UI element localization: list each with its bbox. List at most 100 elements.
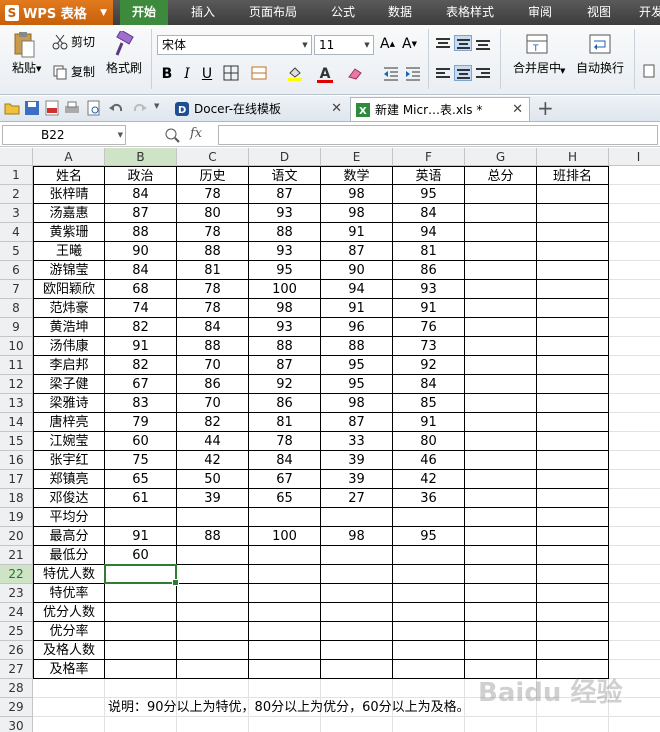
cell-a2[interactable]: 张梓晴 [33,185,105,204]
cell-c28[interactable] [177,679,249,698]
cell-h16[interactable] [537,451,609,470]
cell-h17[interactable] [537,470,609,489]
cell-i6[interactable] [609,261,660,280]
cell-b3[interactable]: 87 [105,204,177,223]
menu-page-layout[interactable]: 页面布局 [240,0,306,25]
font-color-icon[interactable]: A [316,65,334,83]
copy-button[interactable]: 复制 [52,63,95,80]
increase-font-icon[interactable]: A ▲ [380,36,395,52]
cell-c25[interactable] [177,622,249,641]
cell-e12[interactable]: 95 [321,375,393,394]
column-header-f[interactable]: F [393,148,465,166]
cell-a28[interactable] [33,679,105,698]
cell-e18[interactable]: 27 [321,489,393,508]
cell-c9[interactable]: 84 [177,318,249,337]
cell-d30[interactable] [249,717,321,732]
spreadsheet-grid[interactable]: A B C D E F G H I 1 姓名 政治 历史 语文 数学 英语 总分 班排名 2 张梓晴 84 78 87 98 9… [0,148,660,732]
cell-a16[interactable]: 张宇红 [33,451,105,470]
cell-b17[interactable]: 65 [105,470,177,489]
cell-g13[interactable] [465,394,537,413]
cell-a4[interactable]: 黄紫珊 [33,223,105,242]
cell-g16[interactable] [465,451,537,470]
cell-b24[interactable] [105,603,177,622]
menu-table-style[interactable]: 表格样式 [437,0,503,25]
cell-i12[interactable] [609,375,660,394]
new-tab-icon[interactable]: + [537,97,554,119]
row-header-29[interactable]: 29 [0,698,33,717]
cell-e2[interactable]: 98 [321,185,393,204]
cell-e8[interactable]: 91 [321,299,393,318]
cell-b1[interactable]: 政治 [105,166,177,185]
open-folder-icon[interactable] [4,100,20,116]
cell-g17[interactable] [465,470,537,489]
cell-b16[interactable]: 75 [105,451,177,470]
cell-b15[interactable]: 60 [105,432,177,451]
row-header-9[interactable]: 9 [0,318,33,337]
cell-h7[interactable] [537,280,609,299]
row-header-14[interactable]: 14 [0,413,33,432]
menu-home[interactable]: 开始 [120,0,168,25]
cell-g20[interactable] [465,527,537,546]
align-bottom-icon[interactable] [474,35,492,51]
cell-c12[interactable]: 86 [177,375,249,394]
cell-a8[interactable]: 范炜豪 [33,299,105,318]
cell-h22[interactable] [537,565,609,584]
cell-e21[interactable] [321,546,393,565]
underline-icon[interactable]: U [198,65,216,83]
cell-e15[interactable]: 33 [321,432,393,451]
cell-c4[interactable]: 78 [177,223,249,242]
cell-h23[interactable] [537,584,609,603]
borders-icon[interactable] [222,65,240,83]
column-header-e[interactable]: E [321,148,393,166]
cell-h24[interactable] [537,603,609,622]
row-header-7[interactable]: 7 [0,280,33,299]
cell-f10[interactable]: 73 [393,337,465,356]
clear-format-icon[interactable] [346,65,364,83]
cell-b11[interactable]: 82 [105,356,177,375]
cell-e27[interactable] [321,660,393,679]
cell-a21[interactable]: 最低分 [33,546,105,565]
cell-c10[interactable]: 88 [177,337,249,356]
cell-b5[interactable]: 90 [105,242,177,261]
cell-h10[interactable] [537,337,609,356]
cell-d24[interactable] [249,603,321,622]
cell-b22[interactable] [105,565,177,584]
cell-i3[interactable] [609,204,660,223]
cell-d28[interactable] [249,679,321,698]
cell-f23[interactable] [393,584,465,603]
print-preview-icon[interactable] [86,100,102,116]
cell-d16[interactable]: 84 [249,451,321,470]
cell-f15[interactable]: 80 [393,432,465,451]
function-icon[interactable]: fx [190,126,202,141]
row-header-10[interactable]: 10 [0,337,33,356]
column-header-c[interactable]: C [177,148,249,166]
cell-d27[interactable] [249,660,321,679]
row-header-11[interactable]: 11 [0,356,33,375]
column-header-i[interactable]: I [609,148,660,166]
cell-g30[interactable] [465,717,537,732]
cell-e1[interactable]: 数学 [321,166,393,185]
menu-view[interactable]: 视图 [576,0,622,25]
cell-d8[interactable]: 98 [249,299,321,318]
cell-g24[interactable] [465,603,537,622]
cell-i19[interactable] [609,508,660,527]
cell-g3[interactable] [465,204,537,223]
row-header-5[interactable]: 5 [0,242,33,261]
cell-a7[interactable]: 欧阳颖欣 [33,280,105,299]
cell-f3[interactable]: 84 [393,204,465,223]
row-header-22[interactable]: 22 [0,565,33,584]
cell-h18[interactable] [537,489,609,508]
cell-d6[interactable]: 95 [249,261,321,280]
cell-b4[interactable]: 88 [105,223,177,242]
cell-h26[interactable] [537,641,609,660]
cell-g9[interactable] [465,318,537,337]
cell-d1[interactable]: 语文 [249,166,321,185]
cell-e14[interactable]: 87 [321,413,393,432]
cell-c17[interactable]: 50 [177,470,249,489]
cell-c7[interactable]: 78 [177,280,249,299]
cell-e22[interactable] [321,565,393,584]
chevron-down-icon[interactable]: ▼ [154,102,159,110]
row-header-15[interactable]: 15 [0,432,33,451]
cell-i4[interactable] [609,223,660,242]
cell-i18[interactable] [609,489,660,508]
